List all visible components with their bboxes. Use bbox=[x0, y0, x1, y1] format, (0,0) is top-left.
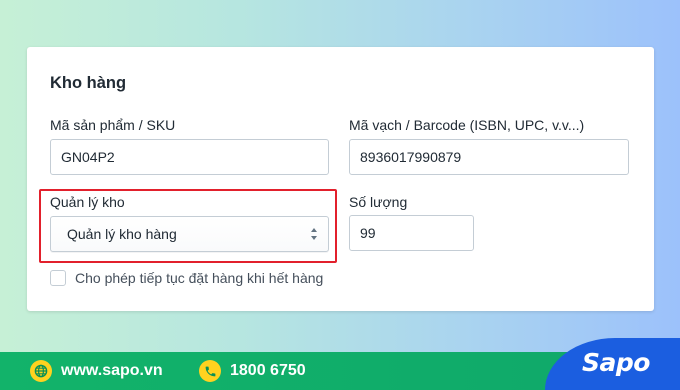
quantity-value: 99 bbox=[360, 225, 376, 241]
website-text: www.sapo.vn bbox=[61, 362, 163, 379]
globe-icon bbox=[30, 360, 52, 382]
section-title: Kho hàng bbox=[50, 74, 127, 92]
backorder-label: Cho phép tiếp tục đặt hàng khi hết hàng bbox=[75, 270, 324, 286]
backorder-checkbox[interactable] bbox=[50, 270, 66, 286]
website-link[interactable]: www.sapo.vn bbox=[30, 352, 163, 390]
barcode-value: 8936017990879 bbox=[360, 149, 462, 165]
sku-value: GN04P2 bbox=[61, 149, 115, 165]
phone-text: 1800 6750 bbox=[230, 362, 306, 379]
phone-icon bbox=[199, 360, 221, 382]
sku-input[interactable]: GN04P2 bbox=[50, 139, 329, 175]
inventory-card: Kho hàng Mã sản phẩm / SKU GN04P2 Mã vạc… bbox=[27, 47, 654, 311]
quantity-input[interactable]: 99 bbox=[349, 215, 474, 251]
highlight-box bbox=[39, 189, 337, 263]
barcode-input[interactable]: 8936017990879 bbox=[349, 139, 629, 175]
quantity-label: Số lượng bbox=[349, 194, 408, 210]
barcode-label: Mã vạch / Barcode (ISBN, UPC, v.v...) bbox=[349, 117, 585, 133]
sapo-logo: Sapo bbox=[582, 348, 650, 377]
backorder-option[interactable]: Cho phép tiếp tục đặt hàng khi hết hàng bbox=[50, 270, 323, 286]
sku-label: Mã sản phẩm / SKU bbox=[50, 117, 176, 133]
phone-link[interactable]: 1800 6750 bbox=[199, 352, 306, 390]
